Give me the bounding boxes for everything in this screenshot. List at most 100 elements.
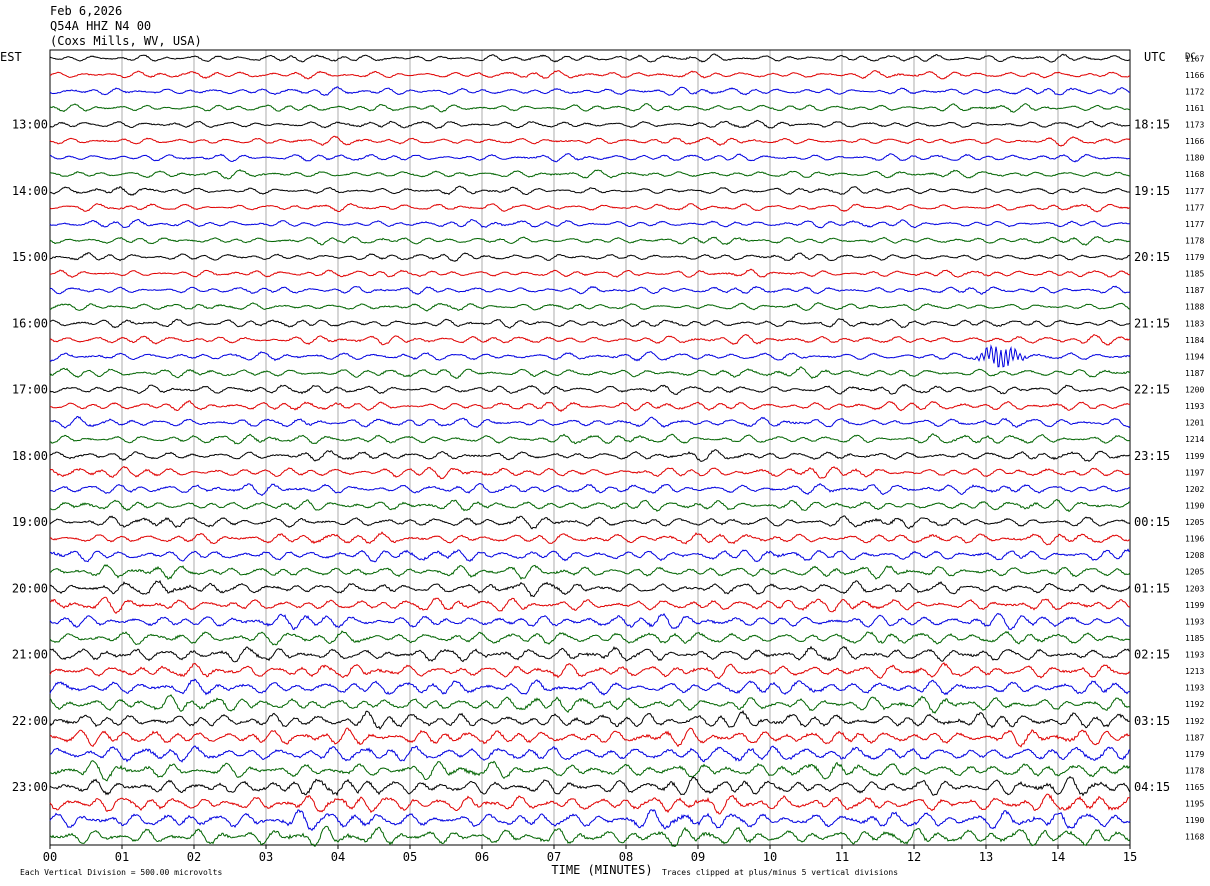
seismic-trace: [50, 400, 1131, 413]
utc-hour-label: 02:15: [1134, 648, 1170, 662]
seismic-trace: [49, 745, 1131, 763]
seismic-trace: [49, 135, 1131, 147]
seismic-trace: [49, 482, 1131, 497]
dc-offset-label: 1205: [1185, 568, 1204, 577]
est-hour-label: 14:00: [12, 184, 48, 198]
seismic-trace: [49, 548, 1131, 563]
est-zone-label: EST: [0, 50, 22, 64]
dc-offset-label: 1184: [1185, 336, 1204, 345]
est-hour-label: 17:00: [12, 383, 48, 397]
seismic-trace: [49, 498, 1131, 513]
seismic-trace: [49, 515, 1131, 530]
seismic-trace: [49, 465, 1131, 480]
seismic-trace: [49, 694, 1131, 714]
dc-offset-label: 1173: [1185, 121, 1204, 130]
seismic-trace: [49, 709, 1131, 730]
dc-offset-label: 1193: [1185, 684, 1204, 693]
x-tick-label: 00: [43, 850, 57, 864]
dc-offset-label: 1192: [1185, 700, 1204, 709]
x-tick-label: 01: [115, 850, 129, 864]
x-tick-label: 02: [187, 850, 201, 864]
x-tick-label: 03: [259, 850, 273, 864]
x-tick-label: 14: [1051, 850, 1065, 864]
seismic-trace: [49, 662, 1131, 680]
seismic-trace: [49, 596, 1131, 615]
dc-offset-label: 1195: [1185, 800, 1204, 809]
seismic-trace: [49, 564, 1131, 580]
dc-offset-label: 1168: [1185, 833, 1204, 842]
seismic-trace: [49, 415, 1131, 429]
dc-offset-label: 1177: [1185, 220, 1204, 229]
dc-offset-label: 1185: [1185, 634, 1204, 643]
utc-hour-label: 04:15: [1134, 780, 1170, 794]
x-tick-label: 06: [475, 850, 489, 864]
seismic-trace: [49, 449, 1131, 462]
seismic-trace: [49, 612, 1130, 631]
est-hour-label: 22:00: [12, 714, 48, 728]
dc-offset-label: 1194: [1185, 352, 1204, 361]
seismic-trace: [50, 185, 1131, 196]
est-hour-label: 20:00: [12, 581, 48, 595]
utc-zone-label: UTC: [1144, 50, 1166, 64]
seismic-trace: [49, 825, 1131, 847]
utc-hour-label: 21:15: [1134, 316, 1170, 330]
dc-offset-label: 1201: [1185, 419, 1204, 428]
dc-offset-label: 1203: [1185, 584, 1204, 593]
utc-hour-label: 22:15: [1134, 383, 1170, 397]
dc-offset-label: 1179: [1185, 750, 1204, 759]
est-hour-label: 16:00: [12, 316, 48, 330]
dc-offset-label: 1161: [1185, 104, 1204, 113]
seismic-trace: [50, 168, 1130, 180]
dc-offset-label: 1179: [1185, 253, 1204, 262]
seismic-trace: [49, 86, 1130, 96]
seismic-trace: [49, 53, 1131, 63]
dc-offset-label: 1193: [1185, 651, 1204, 660]
seismic-trace: [49, 383, 1131, 396]
dc-offset-label: 1172: [1185, 87, 1204, 96]
dc-offset-label: 1185: [1185, 270, 1204, 279]
est-hour-label: 13:00: [12, 118, 48, 132]
dc-offset-label: 1187: [1185, 369, 1204, 378]
helicorder-chart: 1167116611721161117311661180116811771177…: [0, 49, 1204, 877]
dc-offset-label: 1166: [1185, 71, 1204, 80]
dc-offset-label: 1180: [1185, 154, 1204, 163]
x-tick-label: 11: [835, 850, 849, 864]
seismic-trace: [49, 318, 1131, 329]
utc-hour-label: 03:15: [1134, 714, 1170, 728]
seismic-trace: [49, 153, 1131, 163]
scale-note: Each Vertical Division = 500.00 microvol…: [20, 868, 222, 877]
seismic-trace: [49, 366, 1131, 380]
dc-offset-label: 1165: [1185, 783, 1204, 792]
dc-offset-label: 1168: [1185, 170, 1204, 179]
dc-offset-label: 1199: [1185, 601, 1204, 610]
x-axis-title: TIME (MINUTES): [551, 863, 652, 877]
dc-offset-label: 1178: [1185, 766, 1204, 775]
dc-offset-label: 1193: [1185, 402, 1204, 411]
clip-note: Traces clipped at plus/minus 5 vertical …: [662, 868, 898, 877]
seismic-trace: [49, 678, 1131, 696]
dc-offset-label: 1190: [1185, 501, 1204, 510]
seismic-trace: [49, 433, 1131, 445]
dc-offset-label: 1190: [1185, 816, 1204, 825]
dc-column-header: DC: [1185, 52, 1196, 62]
x-tick-label: 12: [907, 850, 921, 864]
est-hour-label: 23:00: [12, 780, 48, 794]
seismic-trace: [49, 218, 1131, 229]
dc-offset-label: 1208: [1185, 551, 1204, 560]
x-tick-label: 05: [403, 850, 417, 864]
seismic-trace: [50, 531, 1130, 546]
x-tick-label: 15: [1123, 850, 1137, 864]
est-hour-label: 21:00: [12, 648, 48, 662]
utc-hour-label: 01:15: [1134, 581, 1170, 595]
axis-labels: 1167116611721161117311661180116811771177…: [0, 50, 1204, 877]
x-tick-label: 10: [763, 850, 777, 864]
utc-hour-label: 00:15: [1134, 515, 1170, 529]
dc-offset-label: 1183: [1185, 319, 1204, 328]
seismic-trace: [49, 775, 1131, 797]
dc-offset-label: 1214: [1185, 435, 1204, 444]
dc-offset-label: 1178: [1185, 236, 1204, 245]
seismic-trace: [50, 760, 1131, 782]
x-tick-label: 07: [547, 850, 561, 864]
dc-offset-label: 1188: [1185, 303, 1204, 312]
seismic-trace: [49, 203, 1130, 213]
